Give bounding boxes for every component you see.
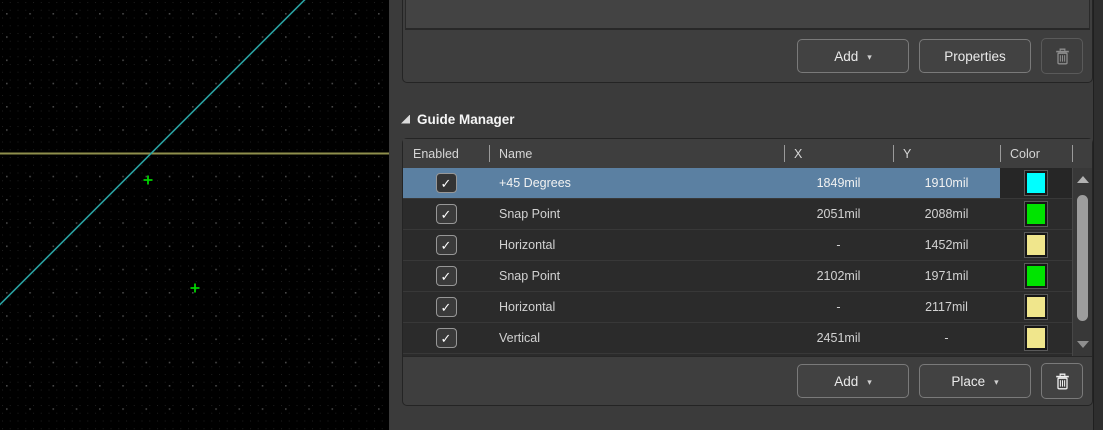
column-header-spacer	[1072, 139, 1092, 168]
guide-x: -	[784, 300, 893, 314]
guide-manager-section-header[interactable]: Guide Manager	[401, 107, 515, 131]
add-button-top[interactable]: Add ▾	[797, 39, 909, 73]
properties-button-label: Properties	[944, 49, 1006, 64]
guide-y: 1971mil	[893, 269, 1000, 283]
app-window: Add ▾ Properties	[0, 0, 1103, 430]
guide-y: 1452mil	[893, 238, 1000, 252]
guide-x: 1849mil	[784, 176, 893, 190]
table-row[interactable]: ✓ Horizontal - 1452mil	[403, 230, 1072, 261]
add-button-label: Add	[834, 374, 858, 389]
panel-right-edge	[1093, 0, 1103, 430]
color-swatch[interactable]	[1025, 326, 1047, 350]
enabled-checkbox[interactable]: ✓	[436, 204, 457, 224]
place-button-label: Place	[951, 374, 985, 389]
enabled-checkbox[interactable]: ✓	[436, 297, 457, 317]
guide-y: 2117mil	[893, 300, 1000, 314]
guide-y: 2088mil	[893, 207, 1000, 221]
guide-manager-title: Guide Manager	[417, 112, 515, 127]
upper-section-buttons: Add ▾ Properties	[403, 30, 1092, 82]
table-scrollbar[interactable]	[1072, 168, 1092, 356]
table-row[interactable]: ✓ Snap Point 2102mil 1971mil	[403, 261, 1072, 292]
chevron-down-icon: ▾	[867, 377, 872, 388]
delete-button-top[interactable]	[1041, 38, 1083, 74]
guide-manager-buttons: Add ▾ Place ▾	[403, 356, 1092, 405]
column-header-y: Y	[893, 139, 1000, 168]
column-header-color: Color	[1000, 139, 1072, 168]
guide-x: 2051mil	[784, 207, 893, 221]
color-swatch[interactable]	[1025, 264, 1047, 288]
guide-y: -	[893, 331, 1000, 345]
color-swatch[interactable]	[1025, 171, 1047, 195]
collapse-triangle-icon	[401, 115, 410, 124]
guide-name: Horizontal	[489, 300, 784, 314]
enabled-checkbox[interactable]: ✓	[436, 266, 457, 286]
pcb-canvas[interactable]	[0, 0, 389, 430]
table-row[interactable]: ✓ Horizontal - 2117mil	[403, 292, 1072, 323]
color-swatch[interactable]	[1025, 233, 1047, 257]
guide-name: Horizontal	[489, 238, 784, 252]
guide-x: 2451mil	[784, 331, 893, 345]
place-button[interactable]: Place ▾	[919, 364, 1031, 398]
scrollbar-thumb[interactable]	[1077, 195, 1088, 321]
guide-name: Snap Point	[489, 207, 784, 221]
color-swatch[interactable]	[1025, 295, 1047, 319]
table-row[interactable]: ✓ +45 Degrees 1849mil 1910mil	[403, 168, 1072, 199]
guide-manager-section: Enabled Name X Y Color ✓ +45 Degrees 184…	[402, 138, 1093, 406]
guide-table-header: Enabled Name X Y Color	[403, 139, 1092, 168]
column-header-x: X	[784, 139, 893, 168]
enabled-checkbox[interactable]: ✓	[436, 173, 457, 193]
delete-button[interactable]	[1041, 363, 1083, 399]
chevron-down-icon: ▾	[867, 52, 872, 63]
properties-panel: Add ▾ Properties	[389, 0, 1103, 430]
guide-x: 2102mil	[784, 269, 893, 283]
add-button-top-label: Add	[834, 49, 858, 64]
guide-name: Snap Point	[489, 269, 784, 283]
column-header-enabled: Enabled	[403, 139, 489, 168]
upper-section: Add ▾ Properties	[402, 0, 1093, 83]
guide-table-body: ✓ +45 Degrees 1849mil 1910mil ✓ Snap Poi…	[403, 168, 1092, 356]
column-header-name: Name	[489, 139, 784, 168]
upper-section-list[interactable]	[405, 0, 1090, 30]
guide-x: -	[784, 238, 893, 252]
guide-name: +45 Degrees	[489, 176, 784, 190]
table-row[interactable]: ✓ Vertical 2451mil -	[403, 323, 1072, 354]
scroll-up-arrow-icon[interactable]	[1077, 176, 1089, 183]
chevron-down-icon: ▾	[994, 377, 999, 388]
trash-icon	[1055, 373, 1070, 390]
color-swatch[interactable]	[1025, 202, 1047, 226]
table-row[interactable]: ✓ Snap Point 2051mil 2088mil	[403, 199, 1072, 230]
trash-icon	[1055, 48, 1070, 65]
enabled-checkbox[interactable]: ✓	[436, 328, 457, 348]
properties-button[interactable]: Properties	[919, 39, 1031, 73]
add-button[interactable]: Add ▾	[797, 364, 909, 398]
guide-name: Vertical	[489, 331, 784, 345]
enabled-checkbox[interactable]: ✓	[436, 235, 457, 255]
scroll-down-arrow-icon[interactable]	[1077, 341, 1089, 348]
guide-y: 1910mil	[893, 176, 1000, 190]
